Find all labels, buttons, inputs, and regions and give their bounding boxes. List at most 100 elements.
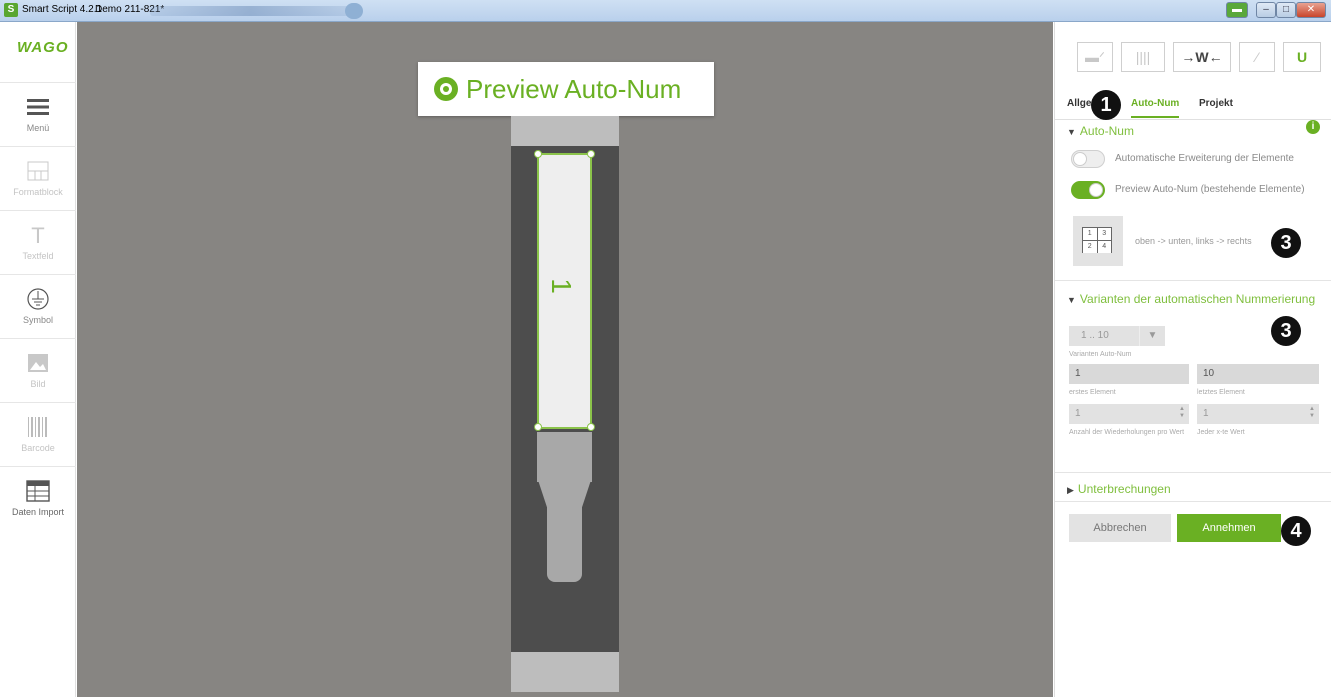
resize-handle[interactable] bbox=[587, 423, 595, 431]
first-element-value: 1 bbox=[1075, 368, 1081, 379]
divider bbox=[1055, 501, 1331, 502]
tool-data-import[interactable]: Daten Import bbox=[0, 466, 76, 530]
columns-button[interactable]: |||| bbox=[1121, 42, 1165, 72]
barcode-icon bbox=[28, 417, 47, 437]
tool-symbol[interactable]: Symbol bbox=[0, 274, 76, 338]
columns-icon: |||| bbox=[1135, 49, 1151, 65]
tab-auto-num[interactable]: Auto-Num bbox=[1131, 98, 1180, 118]
chevron-right-icon: ▶ bbox=[1067, 485, 1074, 495]
toggle-auto-extend[interactable] bbox=[1071, 150, 1105, 168]
title-bar: S Smart Script 4.2.1 Demo 211-821* ▬ – □… bbox=[0, 0, 1331, 22]
tool-label: Formatblock bbox=[13, 187, 63, 197]
table-icon bbox=[26, 480, 50, 502]
resize-handle[interactable] bbox=[587, 150, 595, 158]
terminal-bottom bbox=[511, 652, 619, 692]
menu-icon bbox=[27, 99, 49, 115]
last-element-value: 10 bbox=[1203, 368, 1215, 379]
section-auto-num[interactable]: ▼ Auto-Num bbox=[1067, 124, 1134, 138]
order-cell: 4 bbox=[1097, 241, 1111, 253]
repetitions-stepper[interactable]: 1 ▲ ▼ bbox=[1069, 404, 1189, 424]
tool-formatblock[interactable]: Formatblock bbox=[0, 146, 76, 210]
variant-dropdown-value: 1 .. 10 bbox=[1081, 330, 1109, 341]
numbering-order-button[interactable]: 1 3 2 4 bbox=[1073, 216, 1123, 266]
left-toolbar: WAGO Menü Formatblock T Textfeld Symbol … bbox=[0, 22, 76, 697]
callout-badge: 4 bbox=[1281, 516, 1311, 546]
tab-projekt[interactable]: Projekt bbox=[1199, 98, 1233, 109]
close-button[interactable]: ✕ bbox=[1296, 2, 1326, 18]
tool-image[interactable]: Bild bbox=[0, 338, 76, 402]
lock-icon: ▬ᐟ bbox=[1085, 49, 1105, 65]
callout-badge: 1 bbox=[1091, 90, 1121, 120]
fit-width-button[interactable]: →W← bbox=[1173, 42, 1231, 72]
section-title: Varianten der automatischen Nummerierung bbox=[1079, 292, 1316, 306]
tool-label: Daten Import bbox=[11, 507, 65, 517]
toggle-preview-label: Preview Auto-Num (bestehende Elemente) bbox=[1115, 184, 1305, 195]
toggle-knob bbox=[1073, 152, 1087, 166]
section-unterbrechungen[interactable]: ▶ Unterbrechungen bbox=[1067, 482, 1171, 496]
chevron-down-icon: ▼ bbox=[1139, 326, 1165, 346]
section-varianten[interactable]: ▼ Varianten der automatischen Nummerierun… bbox=[1067, 292, 1315, 306]
tool-label: Symbol bbox=[22, 315, 53, 325]
properties-panel: ▬ᐟ |||| →W← ⁄ U Allge Auto-Num Projekt 1… bbox=[1054, 22, 1331, 697]
variant-dropdown[interactable]: 1 .. 10 ▼ bbox=[1069, 326, 1165, 346]
every-nth-label: Jeder x-te Wert bbox=[1197, 429, 1245, 436]
cancel-button[interactable]: Abbrechen bbox=[1069, 514, 1171, 542]
last-element-field[interactable]: 10 bbox=[1197, 364, 1319, 384]
stepper-arrows-icon[interactable]: ▲ ▼ bbox=[1179, 406, 1185, 420]
order-cell: 3 bbox=[1097, 228, 1111, 240]
callout-badge: 3 bbox=[1271, 316, 1301, 346]
resize-handle[interactable] bbox=[534, 150, 542, 158]
ground-symbol-icon bbox=[27, 288, 49, 310]
stepper-arrows-icon[interactable]: ▲ ▼ bbox=[1309, 406, 1315, 420]
terminal-top bbox=[511, 116, 619, 146]
first-element-label: erstes Element bbox=[1069, 389, 1116, 396]
formatblock-icon bbox=[27, 161, 49, 181]
toggle-knob bbox=[1089, 183, 1103, 197]
wago-logo: WAGO bbox=[17, 39, 69, 56]
preview-banner: Preview Auto-Num bbox=[418, 62, 714, 116]
every-nth-stepper[interactable]: 1 ▲ ▼ bbox=[1197, 404, 1319, 424]
tab-allgemein[interactable]: Allge bbox=[1067, 98, 1091, 109]
marker-element[interactable]: 1 bbox=[537, 153, 592, 429]
chevron-down-icon: ▼ bbox=[1067, 127, 1076, 137]
toggle-preview-auto-num[interactable] bbox=[1071, 181, 1105, 199]
tool-label: Menü bbox=[26, 123, 50, 133]
toggle-auto-extend-label: Automatische Erweiterung der Elemente bbox=[1115, 153, 1294, 164]
order-cell: 1 bbox=[1083, 228, 1097, 240]
accept-button[interactable]: Annehmen bbox=[1177, 514, 1281, 542]
first-element-field[interactable]: 1 bbox=[1069, 364, 1189, 384]
preview-banner-text: Preview Auto-Num bbox=[466, 74, 682, 104]
magnet-button[interactable]: U bbox=[1283, 42, 1321, 72]
resize-handle[interactable] bbox=[534, 423, 542, 431]
app-status-button[interactable]: ▬ bbox=[1226, 2, 1248, 18]
info-icon[interactable]: i bbox=[1306, 120, 1320, 134]
divider bbox=[1055, 280, 1331, 281]
callout-badge: 3 bbox=[1271, 228, 1301, 258]
tool-barcode[interactable]: Barcode bbox=[0, 402, 76, 466]
divider bbox=[1055, 472, 1331, 473]
order-grid-icon: 1 3 2 4 bbox=[1082, 227, 1112, 253]
tool-menu[interactable]: Menü bbox=[0, 82, 76, 146]
marker-number: 1 bbox=[545, 278, 577, 294]
tool-label: Textfeld bbox=[22, 251, 54, 261]
marker-holder bbox=[537, 432, 592, 482]
section-title: Unterbrechungen bbox=[1077, 482, 1171, 496]
marker-holder-neck bbox=[547, 482, 582, 582]
tool-textfield[interactable]: T Textfeld bbox=[0, 210, 76, 274]
magic-wand-icon: ⁄ bbox=[1255, 49, 1259, 65]
maximize-button[interactable]: □ bbox=[1276, 2, 1296, 18]
order-cell: 2 bbox=[1083, 241, 1097, 253]
section-title: Auto-Num bbox=[1079, 124, 1134, 138]
fit-width-icon: →W← bbox=[1181, 49, 1223, 65]
app-title: Smart Script 4.2.1 bbox=[22, 4, 103, 15]
eye-icon bbox=[434, 77, 458, 101]
minimize-button[interactable]: – bbox=[1256, 2, 1276, 18]
chevron-down-icon: ▼ bbox=[1067, 295, 1076, 305]
magnet-icon: U bbox=[1296, 49, 1308, 65]
wand-button[interactable]: ⁄ bbox=[1239, 42, 1275, 72]
numbering-order-label: oben -> unten, links -> rechts bbox=[1135, 236, 1252, 246]
editor-canvas[interactable]: Preview Auto-Num 1 bbox=[77, 22, 1053, 697]
lock-button[interactable]: ▬ᐟ bbox=[1077, 42, 1113, 72]
variant-dropdown-label: Varianten Auto-Num bbox=[1069, 351, 1132, 358]
tool-label: Barcode bbox=[21, 443, 55, 453]
